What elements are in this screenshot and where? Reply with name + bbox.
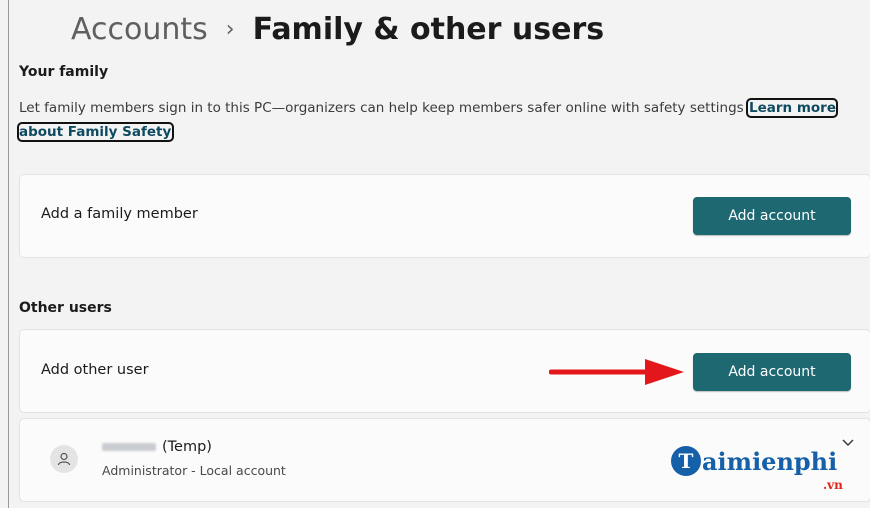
family-description: Let family members sign in to this PC—or…	[17, 96, 870, 144]
chevron-down-icon[interactable]	[842, 439, 854, 447]
taimienphi-logo-icon: T	[671, 446, 701, 476]
page-title: Family & other users	[252, 12, 605, 47]
person-icon	[50, 445, 78, 473]
your-family-heading: Your family	[19, 64, 109, 80]
add-family-member-label: Add a family member	[41, 206, 198, 222]
breadcrumb: Accounts › Family & other users	[71, 10, 604, 50]
add-family-member-card: Add a family member Add account	[19, 174, 870, 258]
other-users-heading: Other users	[19, 300, 112, 316]
add-other-account-button[interactable]: Add account	[693, 353, 851, 391]
add-family-account-button[interactable]: Add account	[693, 197, 851, 235]
user-name: (Temp)	[102, 439, 212, 455]
settings-window: Accounts › Family & other users Your fam…	[8, 0, 870, 508]
redacted-username	[102, 443, 156, 451]
user-name-suffix: (Temp)	[162, 439, 212, 455]
add-other-user-label: Add other user	[41, 362, 149, 378]
add-other-user-card: Add other user Add account	[19, 329, 870, 413]
breadcrumb-separator-icon: ›	[225, 17, 235, 42]
user-account-type: Administrator - Local account	[102, 463, 286, 478]
red-arrow-icon	[549, 359, 684, 385]
family-description-text: Let family members sign in to this PC—or…	[19, 100, 744, 116]
taimienphi-logo: T aimienphi .vn	[671, 446, 843, 492]
breadcrumb-accounts-link[interactable]: Accounts	[71, 10, 208, 50]
